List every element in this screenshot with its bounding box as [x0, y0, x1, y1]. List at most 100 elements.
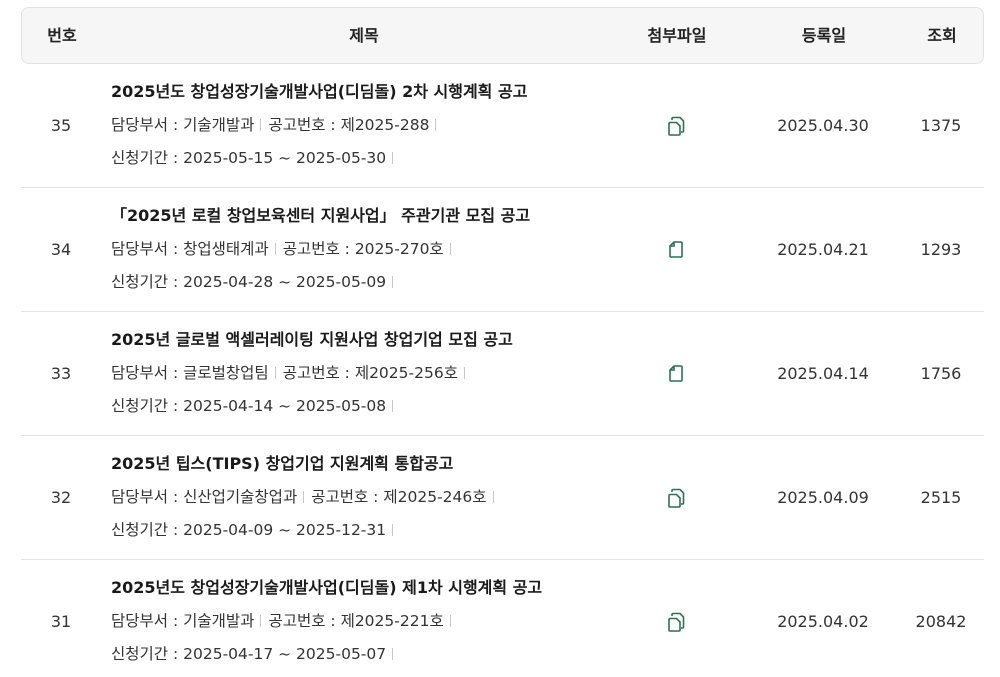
row-views: 20842 — [915, 612, 967, 631]
dept-label: 담당부서 : — [111, 612, 184, 630]
divider — [392, 152, 394, 164]
dept-value: 기술개발과 — [183, 116, 255, 134]
file-multi-icon[interactable] — [667, 612, 685, 632]
period-label: 신청기간 : — [111, 521, 184, 539]
divider — [449, 615, 451, 627]
table-row: 34 「2025년 로컬 창업보육센터 지원사업」 주관기관 모집 공고 담당부… — [21, 188, 984, 312]
header-num: 번호 — [47, 26, 77, 45]
row-title-cell: 「2025년 로컬 창업보육센터 지원사업」 주관기관 모집 공고 담당부서 :… — [111, 206, 631, 292]
row-date: 2025.04.02 — [777, 612, 869, 631]
row-meta-period: 신청기간 : 2025-05-15 ~ 2025-05-30 — [111, 148, 631, 168]
dept-label: 담당부서 : — [111, 488, 184, 506]
row-meta-dept: 담당부서 : 기술개발과 공고번호 : 제2025-288 — [111, 115, 631, 135]
divider — [303, 491, 305, 503]
table-row: 31 2025년도 창업성장기술개발사업(디딤돌) 제1차 시행계획 공고 담당… — [21, 560, 984, 677]
row-meta-dept: 담당부서 : 신산업기술창업과 공고번호 : 제2025-246호 — [111, 487, 631, 507]
row-num: 33 — [50, 364, 72, 383]
row-meta-dept: 담당부서 : 창업생태계과 공고번호 : 2025-270호 — [111, 239, 631, 259]
row-file-cell — [626, 560, 726, 677]
file-icon[interactable] — [667, 364, 685, 384]
notice-title-link[interactable]: 2025년도 창업성장기술개발사업(디딤돌) 제1차 시행계획 공고 — [111, 578, 631, 598]
notice-value: 제2025-256호 — [354, 364, 458, 382]
header-date: 등록일 — [801, 26, 847, 45]
divider — [274, 367, 276, 379]
row-meta-dept: 담당부서 : 기술개발과 공고번호 : 제2025-221호 — [111, 611, 631, 631]
row-views: 1293 — [920, 240, 962, 259]
dept-value: 기술개발과 — [183, 612, 255, 630]
period-label: 신청기간 : — [111, 149, 184, 167]
row-title-cell: 2025년 글로벌 액셀러레이팅 지원사업 창업기업 모집 공고 담당부서 : … — [111, 330, 631, 416]
header-title: 제목 — [349, 26, 379, 45]
row-file-cell — [626, 436, 726, 560]
notice-value: 제2025-288 — [340, 116, 430, 134]
dept-label: 담당부서 : — [111, 240, 184, 258]
row-date: 2025.04.30 — [777, 116, 869, 135]
dept-value: 창업생태계과 — [183, 240, 269, 258]
notice-title-link[interactable]: 2025년도 창업성장기술개발사업(디딤돌) 2차 시행계획 공고 — [111, 82, 631, 102]
notice-value: 제2025-221호 — [340, 612, 444, 630]
divider — [392, 648, 394, 660]
notice-value: 제2025-246호 — [383, 488, 487, 506]
row-meta-period: 신청기간 : 2025-04-28 ~ 2025-05-09 — [111, 272, 631, 292]
notice-value: 2025-270호 — [354, 240, 444, 258]
table-header: 번호 제목 첨부파일 등록일 조회 — [21, 7, 984, 64]
divider — [274, 243, 276, 255]
notice-title-link[interactable]: 2025년 팁스(TIPS) 창업기업 지원계획 통합공고 — [111, 454, 631, 474]
row-num: 31 — [50, 612, 72, 631]
file-icon[interactable] — [667, 240, 685, 260]
divider — [463, 367, 465, 379]
table-row: 33 2025년 글로벌 액셀러레이팅 지원사업 창업기업 모집 공고 담당부서… — [21, 312, 984, 436]
notice-label: 공고번호 : — [282, 240, 355, 258]
period-value: 2025-04-28 ~ 2025-05-09 — [183, 273, 387, 291]
row-date: 2025.04.21 — [777, 240, 869, 259]
row-file-cell — [626, 312, 726, 436]
dept-label: 담당부서 : — [111, 116, 184, 134]
dept-value: 글로벌창업팀 — [183, 364, 269, 382]
period-value: 2025-04-14 ~ 2025-05-08 — [183, 397, 387, 415]
divider — [260, 615, 262, 627]
file-multi-icon[interactable] — [667, 488, 685, 508]
period-value: 2025-05-15 ~ 2025-05-30 — [183, 149, 387, 167]
notice-title-link[interactable]: 「2025년 로컬 창업보육센터 지원사업」 주관기관 모집 공고 — [111, 206, 631, 226]
period-label: 신청기간 : — [111, 273, 184, 291]
row-file-cell — [626, 188, 726, 312]
divider — [449, 243, 451, 255]
row-views: 1756 — [920, 364, 962, 383]
row-date: 2025.04.09 — [777, 488, 869, 507]
row-num: 34 — [50, 240, 72, 259]
row-meta-period: 신청기간 : 2025-04-17 ~ 2025-05-07 — [111, 644, 631, 664]
divider — [435, 119, 437, 131]
table-row: 32 2025년 팁스(TIPS) 창업기업 지원계획 통합공고 담당부서 : … — [21, 436, 984, 560]
divider — [260, 119, 262, 131]
divider — [492, 491, 494, 503]
row-title-cell: 2025년도 창업성장기술개발사업(디딤돌) 2차 시행계획 공고 담당부서 :… — [111, 82, 631, 168]
period-value: 2025-04-09 ~ 2025-12-31 — [183, 521, 387, 539]
row-views: 2515 — [920, 488, 962, 507]
table-row: 35 2025년도 창업성장기술개발사업(디딤돌) 2차 시행계획 공고 담당부… — [21, 64, 984, 188]
header-file: 첨부파일 — [647, 26, 707, 45]
notice-label: 공고번호 : — [311, 488, 384, 506]
notice-label: 공고번호 : — [268, 612, 341, 630]
row-file-cell — [626, 64, 726, 188]
row-date: 2025.04.14 — [777, 364, 869, 383]
notice-label: 공고번호 : — [282, 364, 355, 382]
row-meta-period: 신청기간 : 2025-04-14 ~ 2025-05-08 — [111, 396, 631, 416]
row-meta-dept: 담당부서 : 글로벌창업팀 공고번호 : 제2025-256호 — [111, 363, 631, 383]
notice-title-link[interactable]: 2025년 글로벌 액셀러레이팅 지원사업 창업기업 모집 공고 — [111, 330, 631, 350]
row-num: 32 — [50, 488, 72, 507]
divider — [392, 400, 394, 412]
dept-value: 신산업기술창업과 — [183, 488, 298, 506]
divider — [392, 276, 394, 288]
row-title-cell: 2025년 팁스(TIPS) 창업기업 지원계획 통합공고 담당부서 : 신산업… — [111, 454, 631, 540]
header-views: 조회 — [927, 26, 957, 45]
period-label: 신청기간 : — [111, 645, 184, 663]
row-num: 35 — [50, 116, 72, 135]
dept-label: 담당부서 : — [111, 364, 184, 382]
file-multi-icon[interactable] — [667, 116, 685, 136]
period-value: 2025-04-17 ~ 2025-05-07 — [183, 645, 387, 663]
row-meta-period: 신청기간 : 2025-04-09 ~ 2025-12-31 — [111, 520, 631, 540]
notice-label: 공고번호 : — [268, 116, 341, 134]
row-title-cell: 2025년도 창업성장기술개발사업(디딤돌) 제1차 시행계획 공고 담당부서 … — [111, 578, 631, 664]
period-label: 신청기간 : — [111, 397, 184, 415]
divider — [392, 524, 394, 536]
